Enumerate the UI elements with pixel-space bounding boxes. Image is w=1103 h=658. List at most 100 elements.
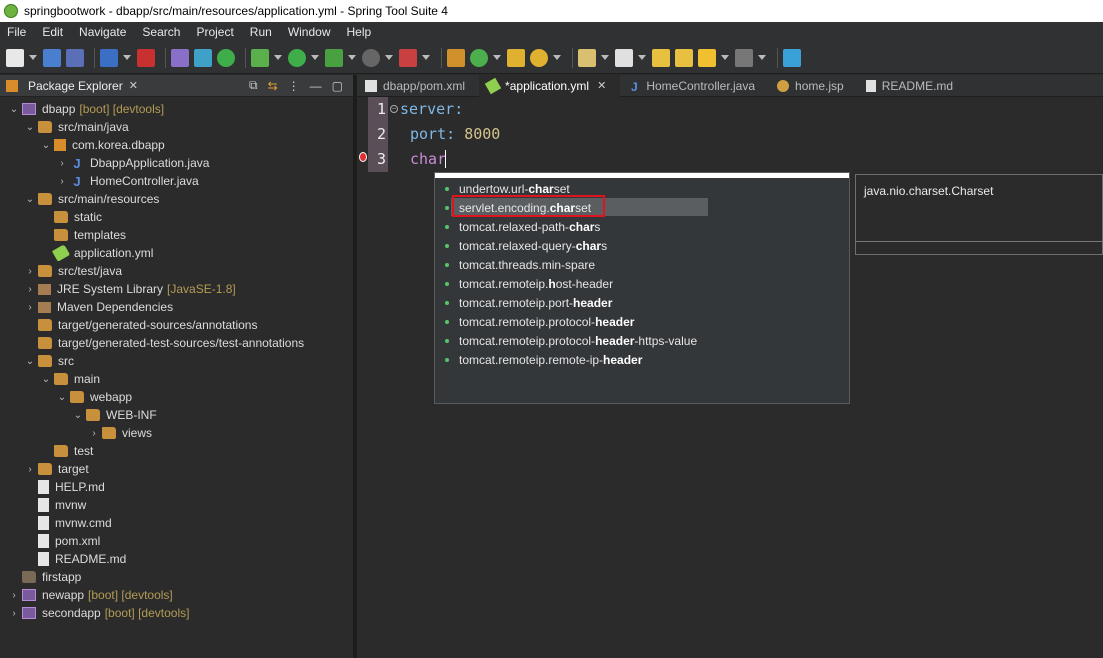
- debug-icon[interactable]: [194, 48, 212, 67]
- tree-item[interactable]: firstapp: [8, 568, 81, 586]
- save-all-icon[interactable]: [66, 48, 84, 67]
- collapsed-chevron-icon[interactable]: ›: [88, 428, 100, 439]
- collapsed-chevron-icon[interactable]: ›: [56, 158, 68, 169]
- menu-navigate[interactable]: Navigate: [72, 25, 135, 39]
- coverage-icon[interactable]: [399, 48, 417, 67]
- proposal-item[interactable]: tomcat.remoteip.remote-ip-header: [443, 350, 642, 369]
- debug-dropdown-icon[interactable]: [274, 55, 282, 60]
- new-icon[interactable]: [6, 48, 24, 67]
- next-annotation-icon[interactable]: [615, 48, 633, 67]
- tree-item[interactable]: templates: [40, 226, 126, 244]
- new-dropdown-icon[interactable]: [29, 55, 37, 60]
- new-class-icon[interactable]: [470, 48, 488, 67]
- tree-item[interactable]: mvnw.cmd: [24, 514, 112, 532]
- proposal-item[interactable]: tomcat.remoteip. h ost-header: [443, 274, 613, 293]
- skip-breakpoints-icon[interactable]: [171, 48, 189, 67]
- collapsed-chevron-icon[interactable]: ›: [24, 302, 36, 313]
- menu-window[interactable]: Window: [281, 25, 340, 39]
- expanded-chevron-icon[interactable]: ⌄: [24, 122, 36, 133]
- tab-pom-xml[interactable]: dbapp/pom.xml: [357, 75, 479, 97]
- tree-item[interactable]: › J HomeController.java: [56, 172, 198, 190]
- view-menu-icon[interactable]: ⋮: [288, 79, 300, 93]
- tree-item[interactable]: › secondapp [boot] [devtools]: [8, 604, 189, 622]
- forward-dropdown-icon[interactable]: [758, 55, 766, 60]
- minimize-icon[interactable]: —: [310, 79, 322, 93]
- menu-file[interactable]: File: [0, 25, 35, 39]
- collapsed-chevron-icon[interactable]: ›: [24, 464, 36, 475]
- menu-project[interactable]: Project: [189, 25, 242, 39]
- proposal-item[interactable]: tomcat.threads.min-spare: [443, 255, 595, 274]
- tree-item[interactable]: ⌄ src/main/resources: [24, 190, 160, 208]
- tree-item[interactable]: application.yml: [40, 244, 153, 262]
- proposal-item[interactable]: tomcat.remoteip.protocol-header: [443, 312, 634, 331]
- bug-icon[interactable]: [251, 48, 269, 67]
- collapsed-chevron-icon[interactable]: ›: [56, 176, 68, 187]
- link-with-editor-icon[interactable]: ⇆: [268, 79, 278, 93]
- tree-item[interactable]: ⌄ com.korea.dbapp: [40, 136, 165, 154]
- fold-icon[interactable]: −: [390, 105, 398, 113]
- tab-homecontroller-java[interactable]: J HomeController.java: [620, 75, 769, 97]
- new-package-icon[interactable]: [447, 48, 465, 67]
- tree-item[interactable]: ⌄ src/main/java: [24, 118, 129, 136]
- stop-icon[interactable]: [362, 48, 380, 67]
- tab-readme-md[interactable]: README.md: [858, 75, 967, 97]
- tree-item[interactable]: › views: [88, 424, 152, 442]
- menu-edit[interactable]: Edit: [35, 25, 72, 39]
- run-dropdown-icon[interactable]: [311, 55, 319, 60]
- back-dropdown-icon[interactable]: [721, 55, 729, 60]
- perspective-icon[interactable]: [783, 48, 801, 67]
- tree-item[interactable]: › newapp [boot] [devtools]: [8, 586, 172, 604]
- expanded-chevron-icon[interactable]: ⌄: [40, 374, 52, 385]
- proposal-item[interactable]: tomcat.relaxed-query-char s: [443, 236, 607, 255]
- tree-item[interactable]: HELP.md: [24, 478, 105, 496]
- expanded-chevron-icon[interactable]: ⌄: [40, 140, 52, 151]
- open-type-icon[interactable]: [507, 48, 525, 67]
- tree-item[interactable]: › J DbappApplication.java: [56, 154, 209, 172]
- proposal-item[interactable]: tomcat.remoteip.port-header: [443, 293, 612, 312]
- tab-application-yml[interactable]: *application.yml ✕: [479, 74, 621, 97]
- expanded-chevron-icon[interactable]: ⌄: [24, 356, 36, 367]
- boot-dashboard-icon[interactable]: [137, 48, 155, 67]
- tree-item[interactable]: › src/test/java: [24, 262, 122, 280]
- tab-home-jsp[interactable]: home.jsp: [769, 75, 858, 97]
- expanded-chevron-icon[interactable]: ⌄: [72, 410, 84, 421]
- terminal-dropdown-icon[interactable]: [123, 55, 131, 60]
- close-icon[interactable]: ✕: [129, 79, 138, 92]
- tree-item[interactable]: README.md: [24, 550, 126, 568]
- annotation-dropdown-icon[interactable]: [601, 55, 609, 60]
- external-dropdown-icon[interactable]: [348, 55, 356, 60]
- content-assist-popup[interactable]: undertow.url-char set servlet.encoding. cha…: [434, 172, 850, 404]
- search-dropdown-icon[interactable]: [553, 55, 561, 60]
- tree-item[interactable]: › JRE System Library [JavaSE-1.8]: [24, 280, 235, 298]
- collapse-all-icon[interactable]: ⧉: [249, 78, 258, 93]
- package-explorer-title[interactable]: Package Explorer: [28, 79, 123, 93]
- proposal-item[interactable]: tomcat.relaxed-path-char s: [443, 217, 600, 236]
- run-icon[interactable]: [288, 48, 306, 67]
- run-external-icon[interactable]: [325, 48, 343, 67]
- tree-item[interactable]: ⌄ webapp: [56, 388, 132, 406]
- proposal-item[interactable]: tomcat.remoteip.protocol-header -https-va…: [443, 331, 697, 350]
- tree-item[interactable]: › Maven Dependencies: [24, 298, 173, 316]
- last-edit-icon[interactable]: [652, 48, 670, 67]
- tree-item[interactable]: ⌄ WEB-INF: [72, 406, 157, 424]
- close-tab-icon[interactable]: ✕: [597, 79, 606, 92]
- expanded-chevron-icon[interactable]: ⌄: [56, 392, 68, 403]
- coverage-dropdown-icon[interactable]: [422, 55, 430, 60]
- maximize-icon[interactable]: ▢: [332, 79, 343, 93]
- menu-run[interactable]: Run: [243, 25, 281, 39]
- collapsed-chevron-icon[interactable]: ›: [8, 608, 20, 619]
- expanded-chevron-icon[interactable]: ⌄: [8, 104, 20, 115]
- collapsed-chevron-icon[interactable]: ›: [24, 266, 36, 277]
- menu-help[interactable]: Help: [340, 25, 381, 39]
- collapsed-chevron-icon[interactable]: ›: [8, 590, 20, 601]
- collapsed-chevron-icon[interactable]: ›: [24, 284, 36, 295]
- tree-item[interactable]: ⌄ dbapp [boot] [devtools]: [8, 100, 164, 118]
- forward-edit-icon[interactable]: [675, 48, 693, 67]
- forward-icon[interactable]: [735, 48, 753, 67]
- tree-item[interactable]: ⌄ src: [24, 352, 74, 370]
- new-class-dropdown-icon[interactable]: [493, 55, 501, 60]
- tree-item[interactable]: test: [40, 442, 93, 460]
- tree-item[interactable]: mvnw: [24, 496, 86, 514]
- next-annotation-dropdown-icon[interactable]: [638, 55, 646, 60]
- tree-item[interactable]: static: [40, 208, 102, 226]
